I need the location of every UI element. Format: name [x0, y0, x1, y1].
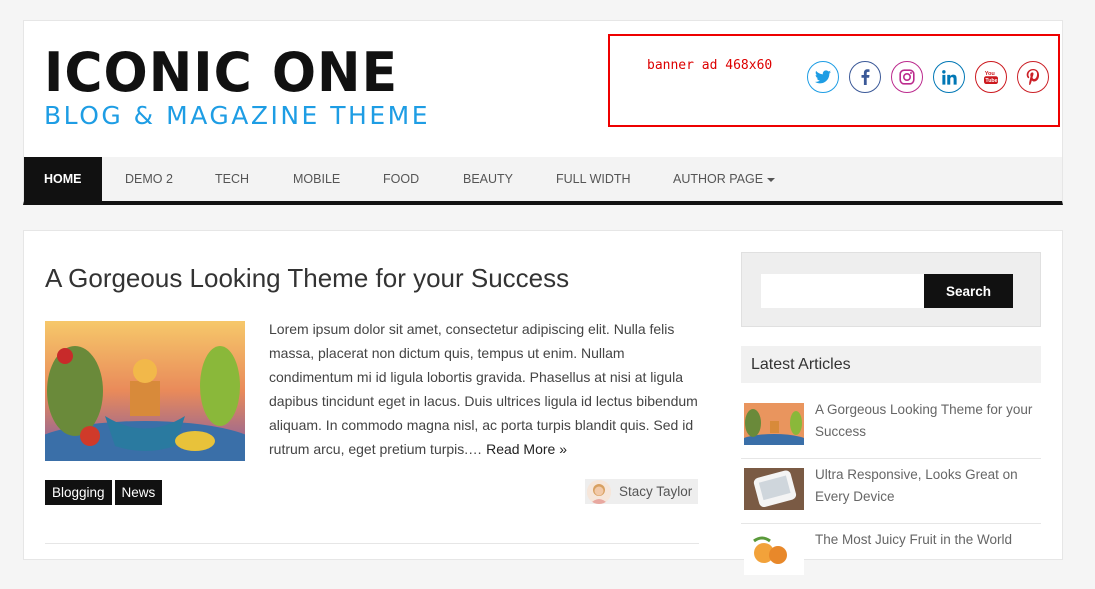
latest-articles-heading: Latest Articles — [741, 346, 1041, 383]
svg-text:You: You — [985, 71, 996, 77]
latest-article-thumbnail[interactable] — [744, 468, 804, 510]
post-author[interactable]: Stacy Taylor — [585, 479, 698, 504]
search-widget: Search — [741, 252, 1041, 327]
latest-article-item[interactable]: A Gorgeous Looking Theme for your Succes… — [741, 394, 1041, 459]
youtube-icon[interactable]: You Tube — [975, 61, 1007, 93]
nav-item-food[interactable]: FOOD — [383, 157, 419, 201]
post-excerpt-text: Lorem ipsum dolor sit amet, consectetur … — [269, 321, 698, 457]
site-header: ICONIC ONE BLOG & MAGAZINE THEME banner … — [23, 20, 1063, 157]
post-tags: Blogging News — [45, 480, 163, 505]
latest-article-title[interactable]: A Gorgeous Looking Theme for your Succes… — [815, 399, 1035, 443]
facebook-icon[interactable] — [849, 61, 881, 93]
latest-article-thumbnail[interactable] — [744, 533, 804, 575]
latest-article-item[interactable]: The Most Juicy Fruit in the World — [741, 524, 1041, 589]
post-excerpt: Lorem ipsum dolor sit amet, consectetur … — [269, 317, 709, 461]
latest-article-title[interactable]: Ultra Responsive, Looks Great on Every D… — [815, 464, 1035, 508]
site-tagline: BLOG & MAGAZINE THEME — [44, 101, 431, 130]
banner-ad[interactable]: banner ad 468x60 You Tube — [608, 34, 1060, 127]
latest-article-thumbnail[interactable] — [744, 403, 804, 445]
nav-item-full-width[interactable]: FULL WIDTH — [556, 157, 631, 201]
banner-ad-text: banner ad 468x60 — [647, 58, 773, 73]
main-content: A Gorgeous Looking Theme for your Succes… — [23, 230, 720, 560]
nav-item-beauty[interactable]: BEAUTY — [463, 157, 513, 201]
caret-down-icon — [767, 177, 776, 182]
pinterest-icon[interactable] — [1017, 61, 1049, 93]
linkedin-icon[interactable] — [933, 61, 965, 93]
sidebar: Search Latest Articles A Gorgeous Lookin… — [719, 230, 1063, 575]
instagram-icon[interactable] — [891, 61, 923, 93]
site-title[interactable]: ICONIC ONE — [44, 44, 398, 103]
nav-item-demo-2[interactable]: DEMO 2 — [125, 157, 173, 201]
nav-item-tech[interactable]: TECH — [215, 157, 249, 201]
nav-item-author-page[interactable]: AUTHOR PAGE — [673, 157, 776, 201]
post-divider — [45, 543, 699, 544]
nav-item-mobile[interactable]: MOBILE — [293, 157, 340, 201]
latest-article-title[interactable]: The Most Juicy Fruit in the World — [815, 529, 1035, 551]
search-button[interactable]: Search — [924, 274, 1013, 308]
tag-news[interactable]: News — [114, 480, 163, 505]
main-nav: HOME DEMO 2 TECH MOBILE FOOD BEAUTY FULL… — [23, 157, 1063, 205]
svg-text:Tube: Tube — [985, 78, 997, 84]
tag-blogging[interactable]: Blogging — [45, 480, 112, 505]
nav-item-author-page-label: AUTHOR PAGE — [673, 172, 764, 186]
nav-item-home[interactable]: HOME — [24, 157, 102, 201]
post-thumbnail[interactable] — [45, 321, 245, 461]
twitter-icon[interactable] — [807, 61, 839, 93]
search-input[interactable] — [761, 274, 925, 308]
social-links: You Tube — [807, 61, 1049, 93]
avatar — [587, 479, 611, 504]
author-name: Stacy Taylor — [619, 484, 693, 499]
read-more-link[interactable]: Read More » — [486, 441, 567, 457]
latest-article-item[interactable]: Ultra Responsive, Looks Great on Every D… — [741, 459, 1041, 524]
post-title[interactable]: A Gorgeous Looking Theme for your Succes… — [45, 263, 569, 294]
